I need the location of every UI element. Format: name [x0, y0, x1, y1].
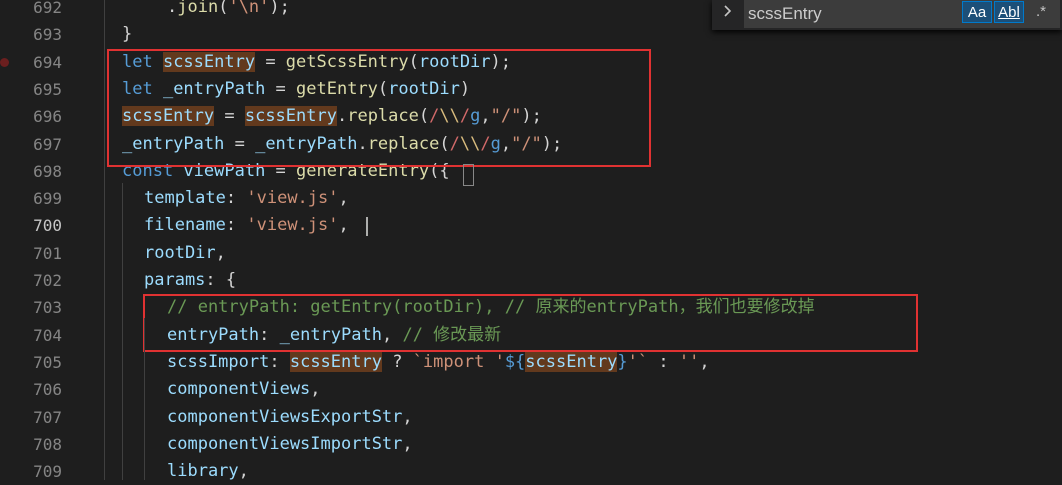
code-text: rootDir,: [144, 240, 226, 267]
code-text: componentViews,: [167, 376, 321, 403]
code-token: rootDir: [144, 242, 216, 263]
chevron-right-icon[interactable]: [718, 3, 738, 25]
code-line[interactable]: 701 rootDir,: [0, 240, 1062, 267]
line-number: 705: [33, 352, 62, 372]
code-token: filename: [144, 215, 226, 236]
line-number: 698: [33, 161, 62, 181]
code-token: ,: [338, 215, 349, 236]
line-number: 697: [33, 134, 62, 154]
code-token: );: [269, 0, 290, 17]
code-line[interactable]: 700 filename: 'view.js',: [0, 212, 1062, 239]
code-token: ,: [699, 351, 710, 372]
code-token: componentViewsImportStr: [167, 433, 403, 454]
line-number: 699: [33, 189, 62, 209]
code-token: ?: [381, 351, 413, 372]
code-token: ,: [402, 406, 413, 427]
code-token: ,: [310, 379, 321, 400]
line-number: 692: [33, 0, 62, 17]
code-text: template: 'view.js',: [144, 185, 349, 212]
code-token: :: [648, 351, 679, 372]
code-token: template: [144, 188, 226, 209]
code-line[interactable]: 708 componentViewsImportStr,: [0, 431, 1062, 458]
code-token: scssEntry: [289, 351, 382, 372]
code-line[interactable]: 706 componentViews,: [0, 376, 1062, 403]
code-token: '`: [627, 351, 649, 372]
code-token: : {: [205, 270, 237, 290]
line-number: 695: [33, 79, 62, 99]
code-token: scssEntry: [525, 351, 618, 372]
code-text: componentViewsImportStr,: [167, 431, 413, 458]
code-token: componentViewsExportStr: [167, 406, 403, 427]
line-number: 707: [33, 407, 62, 427]
code-token: }: [122, 24, 133, 45]
code-line[interactable]: 702 params: {: [0, 267, 1062, 294]
line-number: 702: [33, 271, 62, 290]
annotation-box-top: [107, 49, 651, 167]
code-token: ,: [215, 242, 226, 263]
code-token: params: [144, 270, 206, 290]
code-text: componentViewsExportStr,: [167, 404, 413, 431]
code-token: }: [617, 351, 628, 372]
code-token: 'view.js': [246, 188, 339, 209]
code-token: ,: [338, 188, 349, 209]
breakpoint-hint-icon[interactable]: [0, 57, 9, 67]
code-token: :: [225, 188, 247, 209]
code-text: .join('\n');: [167, 0, 290, 21]
code-token: ${: [504, 351, 526, 372]
code-token: .: [167, 0, 178, 17]
code-token: :: [269, 351, 290, 372]
match-case-toggle[interactable]: Aa: [962, 1, 992, 23]
line-number: 704: [33, 325, 62, 345]
line-number: 706: [33, 380, 62, 400]
code-token: join: [177, 0, 219, 17]
code-token: ,: [402, 433, 413, 454]
line-number: 694: [33, 52, 62, 72]
code-text: params: {: [144, 267, 236, 294]
code-text: filename: 'view.js',: [144, 212, 349, 239]
line-number: 696: [33, 107, 62, 127]
code-line[interactable]: 699 template: 'view.js',: [0, 185, 1062, 212]
code-token: `import ': [412, 351, 505, 372]
code-line[interactable]: 705 scssImport: scssEntry ? `import '${sc…: [0, 349, 1062, 376]
indent-guide: [104, 0, 105, 480]
code-token: componentViews: [167, 379, 311, 400]
indent-guide: [144, 318, 145, 480]
code-text: library,: [167, 458, 249, 485]
code-line[interactable]: 709 library,: [0, 458, 1062, 485]
annotation-box-bottom: [143, 294, 918, 352]
text-cursor: [366, 217, 368, 236]
line-number: 703: [33, 298, 62, 318]
code-token: scssImport: [167, 351, 270, 372]
line-number: 700: [33, 216, 62, 236]
code-token: library: [167, 461, 239, 482]
line-number: 709: [33, 462, 62, 482]
match-whole-word-toggle[interactable]: Abl: [994, 1, 1024, 23]
code-token: :: [225, 215, 247, 236]
bracket-match-highlight: [463, 164, 474, 186]
line-number: 708: [33, 434, 62, 454]
code-token: (: [218, 0, 229, 17]
indent-guide: [122, 183, 123, 480]
regex-toggle[interactable]: .*: [1028, 1, 1054, 23]
code-editor[interactable]: 692 .join('\n'); 693} 694 let scssEntry = ge…: [0, 0, 1062, 481]
line-number: 701: [33, 243, 62, 263]
code-token: '\n': [228, 0, 270, 17]
find-widget: Aa Abl .*: [712, 0, 1062, 30]
line-number: 693: [33, 25, 62, 45]
code-token: ,: [238, 461, 249, 482]
code-token: '': [678, 351, 700, 372]
code-line[interactable]: 707 componentViewsExportStr,: [0, 404, 1062, 431]
code-text: }: [122, 21, 132, 48]
code-text: scssImport: scssEntry ? `import '${scssE…: [167, 349, 710, 376]
code-token: 'view.js': [246, 215, 339, 236]
